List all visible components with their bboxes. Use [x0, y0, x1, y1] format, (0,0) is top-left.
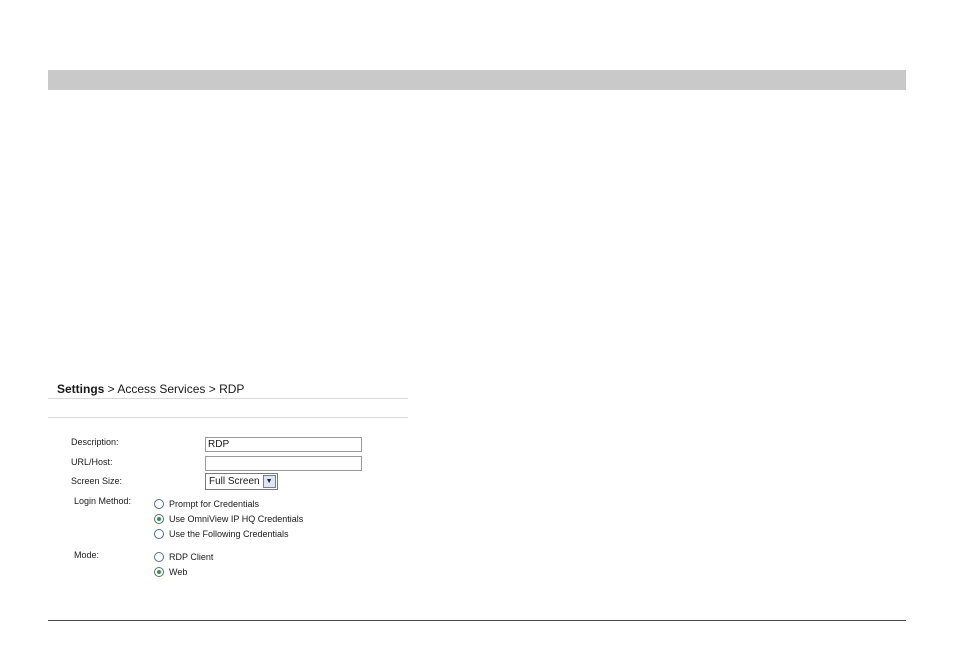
login-method-option[interactable]: Use OmniView IP HQ Credentials	[154, 513, 303, 525]
breadcrumb-rdp: RDP	[219, 382, 245, 396]
url-host-field[interactable]	[205, 456, 362, 471]
screen-size-selected-value: Full Screen	[209, 476, 260, 487]
url-host-label: URL/Host:	[71, 457, 113, 467]
mode-label: Mode:	[74, 550, 100, 560]
rdp-settings-panel: Settings > Access Services > RDP Descrip…	[48, 376, 410, 586]
mode-option[interactable]: Web	[154, 566, 187, 578]
radio-button-selected[interactable]	[154, 567, 164, 577]
mode-option-label: RDP Client	[169, 552, 214, 562]
breadcrumb-settings[interactable]: Settings	[57, 382, 104, 396]
login-method-option-label: Use the Following Credentials	[169, 529, 289, 539]
mode-option[interactable]: RDP Client	[154, 551, 213, 563]
description-label: Description:	[71, 437, 119, 447]
screen-size-label: Screen Size:	[71, 476, 123, 486]
radio-button[interactable]	[154, 529, 164, 539]
radio-button[interactable]	[154, 499, 164, 509]
footer-rule	[48, 620, 906, 621]
login-method-option-label: Prompt for Credentials	[169, 499, 260, 509]
radio-button-selected[interactable]	[154, 514, 164, 524]
mode-option-label: Web	[169, 567, 188, 577]
page-header-bar	[48, 70, 906, 90]
login-method-option[interactable]: Use the Following Credentials	[154, 528, 289, 540]
breadcrumb-access-services[interactable]: Access Services	[117, 382, 205, 396]
login-method-option[interactable]: Prompt for Credentials	[154, 498, 259, 510]
breadcrumb: Settings > Access Services > RDP	[57, 382, 244, 396]
divider	[48, 417, 408, 418]
chevron-down-icon[interactable]: ▼	[262, 475, 276, 488]
divider	[48, 398, 408, 399]
screen-size-select[interactable]: Full Screen ▼	[205, 473, 278, 490]
breadcrumb-separator: >	[205, 382, 220, 396]
radio-button[interactable]	[154, 552, 164, 562]
login-method-label: Login Method:	[74, 496, 132, 506]
description-field[interactable]: RDP	[205, 437, 362, 452]
login-method-option-label: Use OmniView IP HQ Credentials	[169, 514, 304, 524]
breadcrumb-separator: >	[104, 382, 118, 396]
